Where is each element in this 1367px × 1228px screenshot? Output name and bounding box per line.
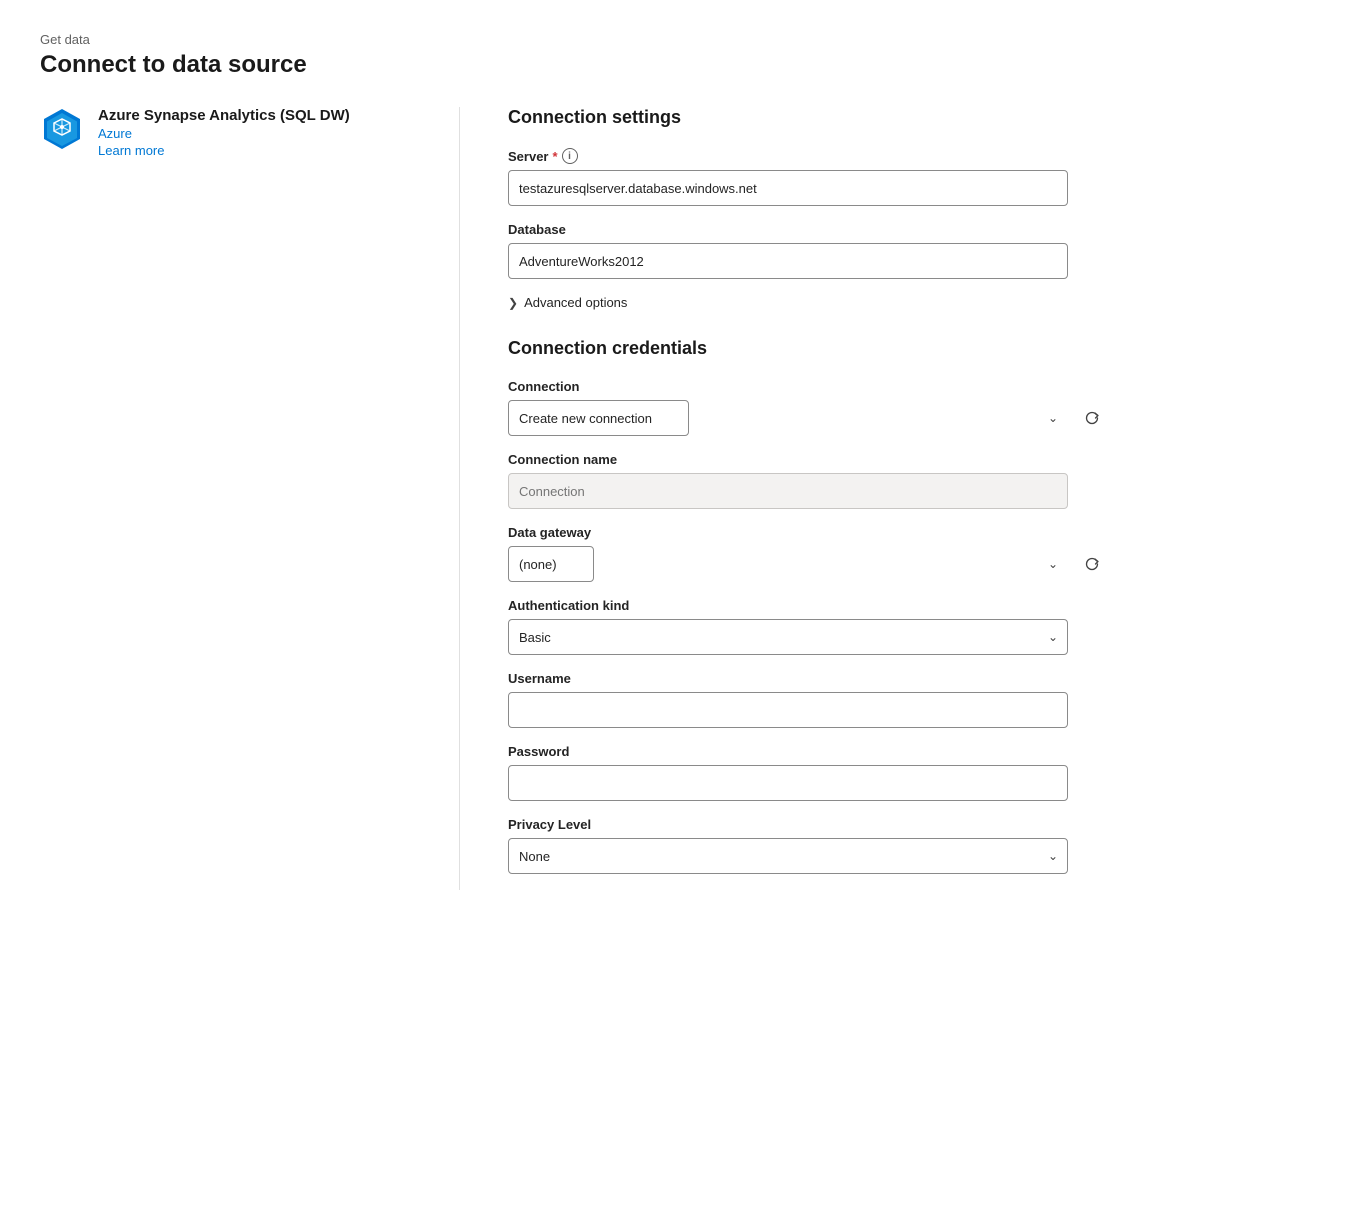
connector-category: Azure [98, 126, 350, 141]
connection-label: Connection [508, 379, 580, 394]
privacy-level-field-group: Privacy Level None Public Organizational… [508, 817, 1327, 874]
password-input[interactable] [508, 765, 1068, 801]
advanced-options-label: Advanced options [524, 295, 627, 310]
database-input[interactable] [508, 243, 1068, 279]
connection-field-group: Connection Create new connection ⌄ [508, 379, 1327, 436]
server-field-group: Server * i [508, 148, 1327, 206]
server-input[interactable] [508, 170, 1068, 206]
connection-refresh-button[interactable] [1076, 402, 1108, 434]
password-label: Password [508, 744, 569, 759]
auth-kind-label: Authentication kind [508, 598, 629, 613]
learn-more-link[interactable]: Learn more [98, 143, 350, 158]
page-header: Get data Connect to data source [40, 32, 1327, 79]
refresh-icon [1084, 410, 1100, 426]
required-star: * [552, 149, 557, 164]
data-gateway-field-group: Data gateway (none) ⌄ [508, 525, 1327, 582]
auth-kind-field-group: Authentication kind Basic OAuth2 ⌄ [508, 598, 1327, 655]
password-field-group: Password [508, 744, 1327, 801]
data-gateway-label: Data gateway [508, 525, 591, 540]
connection-chevron-icon: ⌄ [1048, 411, 1058, 425]
connector-name: Azure Synapse Analytics (SQL DW) [98, 107, 350, 124]
privacy-level-label: Privacy Level [508, 817, 591, 832]
connection-name-label: Connection name [508, 452, 617, 467]
left-panel: Azure Synapse Analytics (SQL DW) Azure L… [40, 107, 460, 890]
data-gateway-select[interactable]: (none) [508, 546, 594, 582]
get-data-label: Get data [40, 32, 1327, 47]
connection-settings-title: Connection settings [508, 107, 1327, 128]
database-field-group: Database [508, 222, 1327, 279]
privacy-level-select[interactable]: None Public Organizational Private [508, 838, 1068, 874]
gateway-refresh-icon [1084, 556, 1100, 572]
auth-kind-select[interactable]: Basic OAuth2 [508, 619, 1068, 655]
credentials-section: Connection credentials Connection Create… [508, 338, 1327, 874]
username-input[interactable] [508, 692, 1068, 728]
username-label: Username [508, 671, 571, 686]
connection-name-field-group: Connection name [508, 452, 1327, 509]
advanced-options-toggle[interactable]: ❯ Advanced options [508, 295, 1327, 310]
page-title: Connect to data source [40, 51, 1327, 79]
server-label: Server [508, 149, 548, 164]
server-info-icon[interactable]: i [562, 148, 578, 164]
username-field-group: Username [508, 671, 1327, 728]
credentials-title: Connection credentials [508, 338, 1327, 359]
data-gateway-refresh-button[interactable] [1076, 548, 1108, 580]
connector-icon [40, 107, 84, 151]
database-label: Database [508, 222, 566, 237]
right-panel: Connection settings Server * i Database … [460, 107, 1327, 890]
connection-select[interactable]: Create new connection [508, 400, 689, 436]
data-gateway-chevron-icon: ⌄ [1048, 557, 1058, 571]
chevron-right-icon: ❯ [508, 296, 518, 310]
connection-name-input[interactable] [508, 473, 1068, 509]
